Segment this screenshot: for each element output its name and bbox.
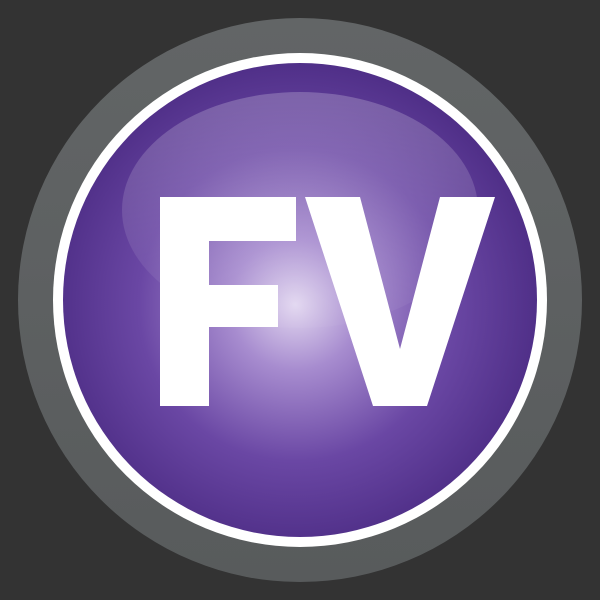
fv-badge-icon — [18, 18, 582, 582]
logo-canvas — [0, 0, 600, 600]
